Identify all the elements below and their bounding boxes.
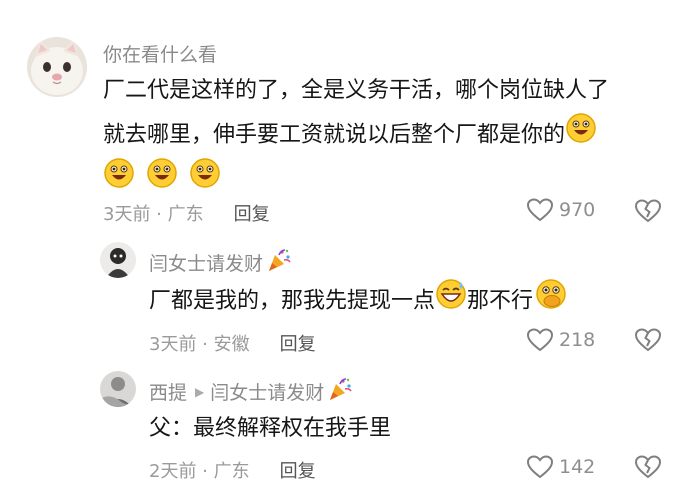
username[interactable]: 西提 ▶ 闫女士请发财 — [149, 376, 353, 407]
reply-arrow-icon: ▶ — [195, 384, 205, 399]
time-location: 3天前 · 广东 — [103, 204, 204, 225]
comment-text-line: 就去哪里，伸手要工资就说以后整个厂都是你的 — [103, 112, 683, 159]
dislike-button[interactable] — [634, 199, 662, 227]
avatar[interactable] — [27, 37, 87, 97]
dislike-button[interactable] — [634, 455, 662, 483]
heart-icon — [527, 328, 553, 352]
broken-heart-icon — [634, 455, 662, 479]
comment-meta: 3天前 · 安徽 回复 — [149, 330, 316, 356]
heart-icon — [527, 198, 553, 222]
username[interactable]: 闫女士请发财 — [149, 247, 292, 278]
reply-comment: 西提 ▶ 闫女士请发财 父：最终解释权在我手里 2天前 · 广东 回复 142 — [0, 360, 690, 490]
grinning-face-emoji-icon — [103, 157, 135, 204]
broken-heart-icon — [634, 199, 662, 223]
dislike-button[interactable] — [634, 328, 662, 356]
avatar[interactable] — [100, 242, 136, 278]
like-button[interactable]: 970 — [527, 198, 595, 222]
reply-target-username[interactable]: 闫女士请发财 — [210, 378, 324, 405]
hand-over-mouth-emoji-icon — [535, 278, 567, 325]
reply-button[interactable]: 回复 — [280, 457, 316, 483]
heart-icon — [527, 455, 553, 479]
landscape-avatar-icon — [100, 371, 136, 407]
comment-meta: 3天前 · 广东 回复 — [103, 200, 270, 226]
party-popper-icon — [266, 247, 292, 278]
comment-text: 厂二代是这样的了，全是义务干活，哪个岗位缺人了 就去哪里，伸手要工资就说以后整个… — [103, 70, 683, 204]
time-location: 3天前 · 安徽 — [149, 334, 250, 355]
sketch-avatar-icon — [100, 242, 136, 278]
avatar[interactable] — [100, 371, 136, 407]
reply-comment: 闫女士请发财 厂都是我的，那我先提现一点 那不行 3天前 · 安徽 回复 218 — [0, 230, 690, 360]
reply-button[interactable]: 回复 — [234, 200, 270, 226]
like-count: 218 — [559, 329, 596, 351]
comment: 你在看什么看 厂二代是这样的了，全是义务干活，哪个岗位缺人了 就去哪里，伸手要工… — [0, 0, 690, 230]
cat-avatar-icon — [27, 37, 87, 97]
reply-button[interactable]: 回复 — [280, 330, 316, 356]
comment-text: 父：最终解释权在我手里 — [149, 408, 669, 450]
broken-heart-icon — [634, 328, 662, 352]
comment-text-fragment: 厂都是我的，那我先提现一点 — [149, 288, 436, 314]
like-button[interactable]: 218 — [527, 328, 595, 352]
like-button[interactable]: 142 — [527, 455, 595, 479]
party-popper-icon — [327, 376, 353, 407]
grinning-sweat-emoji-icon — [435, 278, 467, 325]
comment-meta: 2天前 · 广东 回复 — [149, 457, 316, 483]
grinning-face-emoji-icon — [565, 112, 597, 159]
grinning-face-emoji-icon — [146, 157, 178, 204]
comment-text-line: 厂二代是这样的了，全是义务干活，哪个岗位缺人了 — [103, 78, 610, 103]
grinning-face-emoji-icon — [189, 157, 221, 204]
username-text: 闫女士请发财 — [149, 253, 264, 275]
emoji-row — [103, 157, 683, 204]
time-location: 2天前 · 广东 — [149, 461, 250, 482]
comment-text: 厂都是我的，那我先提现一点 那不行 — [149, 278, 669, 325]
like-count: 970 — [559, 199, 596, 221]
comment-text-fragment: 父：最终解释权在我手里 — [149, 416, 392, 441]
username[interactable]: 你在看什么看 — [103, 40, 217, 67]
comment-text-fragment: 就去哪里，伸手要工资就说以后整个厂都是你的 — [103, 122, 566, 148]
comment-text-fragment: 那不行 — [467, 288, 534, 314]
like-count: 142 — [559, 456, 596, 478]
username-text: 西提 — [149, 382, 188, 404]
